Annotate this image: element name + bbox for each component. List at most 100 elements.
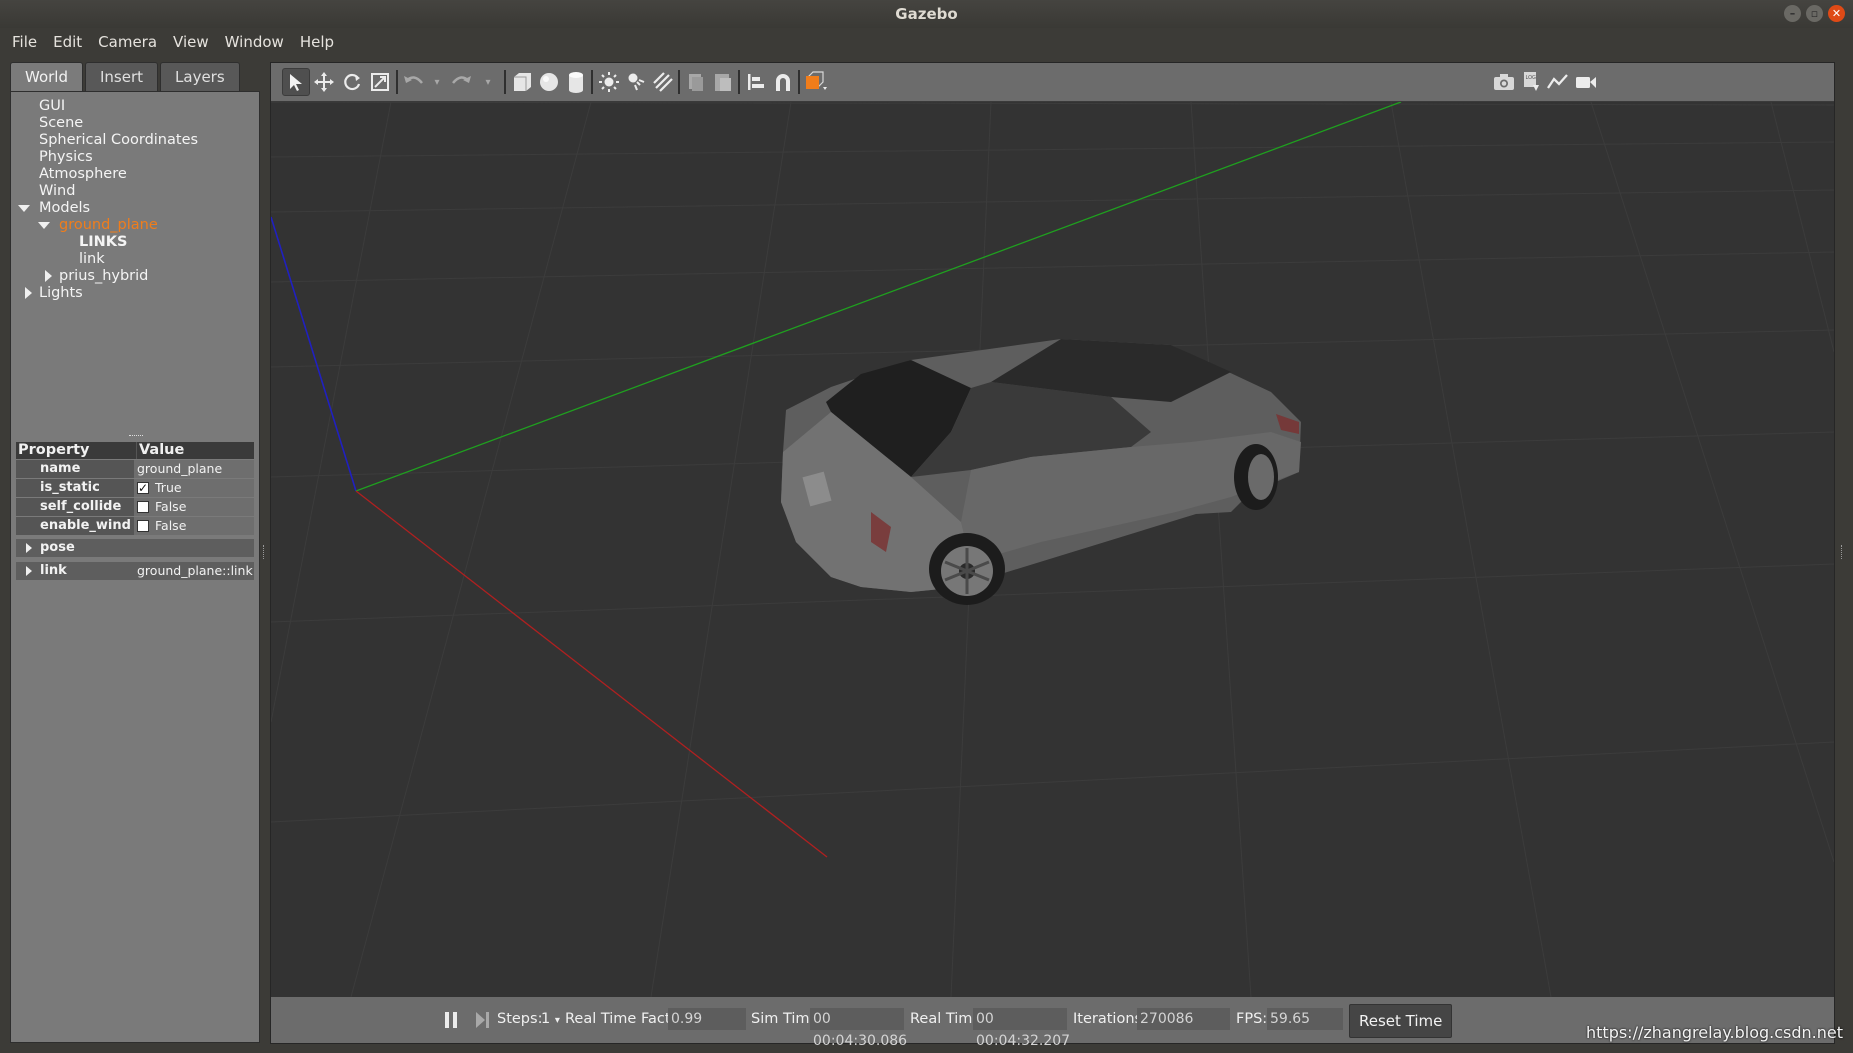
right-panel-resize-handle[interactable] xyxy=(1841,545,1844,559)
property-name: link xyxy=(40,563,67,578)
snap-icon[interactable] xyxy=(769,68,797,96)
steps-spinner[interactable]: 1 ▾ xyxy=(541,1011,560,1027)
paste-icon[interactable] xyxy=(709,68,737,96)
tree-item-spherical-coordinates[interactable]: Spherical Coordinates xyxy=(11,132,198,149)
tree-item-wind[interactable]: Wind xyxy=(11,183,198,200)
tree-item-gui[interactable]: GUI xyxy=(11,98,198,115)
tree-item-atmosphere[interactable]: Atmosphere xyxy=(11,166,198,183)
property-table: Property Value name ground_plane is_stat… xyxy=(16,442,254,581)
menu-camera[interactable]: Camera xyxy=(86,33,157,51)
tab-insert[interactable]: Insert xyxy=(85,62,159,91)
steps-value: 1 xyxy=(541,1011,551,1027)
tab-layers[interactable]: Layers xyxy=(160,62,240,91)
property-value xyxy=(134,539,254,557)
menu-window[interactable]: Window xyxy=(213,33,284,51)
select-icon[interactable] xyxy=(282,68,310,96)
menu-edit[interactable]: Edit xyxy=(41,33,82,51)
iterations-label: Iterations: xyxy=(1073,1011,1147,1027)
title-bar: Gazebo – ▫ ✕ xyxy=(0,0,1853,28)
cylinder-icon[interactable] xyxy=(562,68,590,96)
menu-help[interactable]: Help xyxy=(288,33,334,51)
enable-wind-checkbox[interactable] xyxy=(137,520,149,532)
box-icon[interactable] xyxy=(508,68,536,96)
real-time-field: 00 00:04:32.207 xyxy=(973,1008,1070,1049)
tree-item-prius-hybrid[interactable]: prius_hybrid xyxy=(11,268,198,285)
window-title: Gazebo xyxy=(895,5,958,23)
property-value: True xyxy=(155,480,182,495)
property-name-cell: pose xyxy=(16,539,134,557)
property-value-field: True xyxy=(134,479,254,497)
copy-icon[interactable] xyxy=(682,68,710,96)
property-value: ground_plane xyxy=(137,461,223,476)
screenshot-icon[interactable] xyxy=(1490,68,1518,96)
tree-item-lights[interactable]: Lights xyxy=(11,285,198,302)
log-icon[interactable]: LOG xyxy=(1517,68,1545,96)
panel-splitter[interactable] xyxy=(129,435,143,438)
world-tree: GUI Scene Spherical Coordinates Physics … xyxy=(11,98,198,302)
render-viewport[interactable]: ▾ ▾ LOG Steps: 1 ▾ Real Time Factor: 0.9… xyxy=(270,62,1835,1049)
toolbar-separator xyxy=(678,70,680,94)
tree-item-models[interactable]: Models xyxy=(11,200,198,217)
property-row-enable-wind: enable_wind False xyxy=(16,517,254,535)
expand-arrow-icon[interactable] xyxy=(25,287,32,299)
tree-item-label: prius_hybrid xyxy=(59,268,149,284)
tree-item-link[interactable]: link xyxy=(11,251,198,268)
property-name: self_collide xyxy=(16,498,134,516)
property-group-link[interactable]: link ground_plane::link xyxy=(16,561,254,581)
redo-history-dropdown-icon[interactable]: ▾ xyxy=(474,68,502,96)
property-row-name: name ground_plane xyxy=(16,460,254,478)
sphere-icon[interactable] xyxy=(535,68,563,96)
tab-world[interactable]: World xyxy=(10,62,83,91)
plot-icon[interactable] xyxy=(1544,68,1572,96)
tree-item-label: LINKS xyxy=(79,234,128,250)
expand-arrow-icon[interactable] xyxy=(26,566,32,576)
expand-arrow-icon[interactable] xyxy=(45,270,52,282)
menu-view[interactable]: View xyxy=(161,33,209,51)
rotate-icon[interactable] xyxy=(338,68,366,96)
align-icon[interactable] xyxy=(742,68,770,96)
step-icon[interactable] xyxy=(469,1006,497,1034)
tree-item-ground-plane[interactable]: ground_plane xyxy=(11,217,198,234)
expand-arrow-icon[interactable] xyxy=(18,205,30,212)
point-light-icon[interactable] xyxy=(595,68,623,96)
menu-bar: File Edit Camera View Window Help xyxy=(0,28,1853,56)
property-value-field: False xyxy=(134,498,254,516)
tree-item-physics[interactable]: Physics xyxy=(11,149,198,166)
left-panel: World Insert Layers GUI Scene Spherical … xyxy=(10,62,260,1043)
property-value: False xyxy=(155,518,187,533)
panel-resize-handle[interactable] xyxy=(263,545,266,559)
expand-arrow-icon[interactable] xyxy=(26,543,32,553)
property-group-pose[interactable]: pose xyxy=(16,538,254,558)
spot-light-icon[interactable] xyxy=(622,68,650,96)
is-static-checkbox[interactable] xyxy=(137,479,149,497)
minimize-icon[interactable]: – xyxy=(1784,5,1801,22)
property-value-field[interactable]: ground_plane xyxy=(134,460,254,478)
close-icon[interactable]: ✕ xyxy=(1828,5,1845,22)
toolbar-separator xyxy=(798,70,800,94)
property-row-is-static: is_static True xyxy=(16,479,254,497)
menu-file[interactable]: File xyxy=(0,33,37,51)
property-name: name xyxy=(16,460,134,478)
sim-time-field: 00 00:04:30.086 xyxy=(810,1008,907,1049)
video-icon[interactable] xyxy=(1572,68,1600,96)
tree-item-scene[interactable]: Scene xyxy=(11,115,198,132)
property-name-cell: link xyxy=(16,562,134,580)
tree-item-links-header: LINKS xyxy=(11,234,198,251)
directional-light-icon[interactable] xyxy=(649,68,677,96)
self-collide-checkbox[interactable] xyxy=(137,501,149,513)
maximize-icon[interactable]: ▫ xyxy=(1806,5,1823,22)
property-name: enable_wind xyxy=(16,517,134,535)
redo-icon[interactable] xyxy=(447,68,475,96)
view-angle-icon[interactable] xyxy=(802,68,830,96)
property-name: is_static xyxy=(16,479,134,497)
property-value: False xyxy=(155,499,187,514)
scale-icon[interactable] xyxy=(366,68,394,96)
translate-icon[interactable] xyxy=(310,68,338,96)
expand-arrow-icon[interactable] xyxy=(38,222,50,229)
pause-icon[interactable] xyxy=(437,1006,465,1034)
toolbar-separator xyxy=(738,70,740,94)
fps-label: FPS: xyxy=(1236,1011,1268,1027)
reset-time-button[interactable]: Reset Time xyxy=(1349,1004,1453,1038)
scene-3d-view[interactable] xyxy=(271,102,1834,997)
property-header: Property xyxy=(18,442,90,458)
